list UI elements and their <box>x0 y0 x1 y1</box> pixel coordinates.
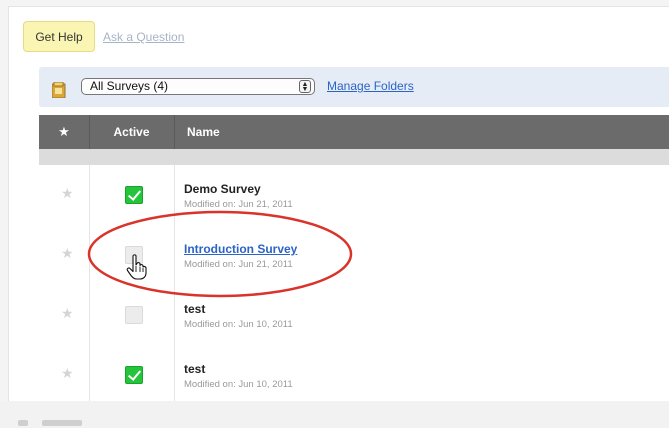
modified-date: Modified on: Jun 21, 2011 <box>184 199 293 210</box>
content-panel: Get Help Ask a Question All Surveys (4) … <box>8 6 669 405</box>
star-icon[interactable]: ★ <box>61 365 74 382</box>
table-header: ★ Active Name <box>39 115 669 149</box>
table-row: ★ Demo Survey Modified on: Jun 21, 2011 <box>39 165 669 225</box>
table-subheader <box>39 149 669 165</box>
active-checkbox[interactable] <box>125 306 143 324</box>
survey-name[interactable]: test <box>184 302 205 316</box>
manage-folders-link[interactable]: Manage Folders <box>327 79 414 93</box>
select-arrows-icon: ▲ ▼ <box>299 80 311 93</box>
table-row: ★ test Modified on: Jun 10, 2011 <box>39 285 669 345</box>
survey-name-link[interactable]: Introduction Survey <box>184 242 297 256</box>
table-row: ★ test Modified on: Jun 10, 2011 <box>39 345 669 405</box>
star-icon[interactable]: ★ <box>61 185 74 202</box>
get-help-button[interactable]: Get Help <box>23 21 95 52</box>
footer-decoration <box>42 420 82 426</box>
survey-name[interactable]: test <box>184 362 205 376</box>
star-icon[interactable]: ★ <box>61 305 74 322</box>
folder-icon <box>52 82 66 98</box>
ask-question-link[interactable]: Ask a Question <box>103 30 184 44</box>
active-column-header[interactable]: Active <box>89 115 175 149</box>
footer-decoration <box>18 420 28 426</box>
folder-select[interactable]: All Surveys (4) ▲ ▼ <box>81 78 315 95</box>
survey-list-screen: Get Help Ask a Question All Surveys (4) … <box>0 0 669 428</box>
modified-date: Modified on: Jun 10, 2011 <box>184 319 293 330</box>
favorite-column-header[interactable]: ★ <box>39 115 90 149</box>
star-icon[interactable]: ★ <box>61 245 74 262</box>
footer-strip <box>0 401 669 428</box>
survey-name[interactable]: Demo Survey <box>184 182 261 196</box>
hand-pointer-icon <box>126 254 147 280</box>
active-checkbox[interactable] <box>125 366 143 384</box>
name-column-header[interactable]: Name <box>187 125 220 139</box>
modified-date: Modified on: Jun 10, 2011 <box>184 379 293 390</box>
folder-select-value: All Surveys (4) <box>90 79 169 93</box>
folder-bar: All Surveys (4) ▲ ▼ Manage Folders <box>39 67 669 107</box>
active-checkbox[interactable] <box>125 186 143 204</box>
modified-date: Modified on: Jun 21, 2011 <box>184 259 293 270</box>
